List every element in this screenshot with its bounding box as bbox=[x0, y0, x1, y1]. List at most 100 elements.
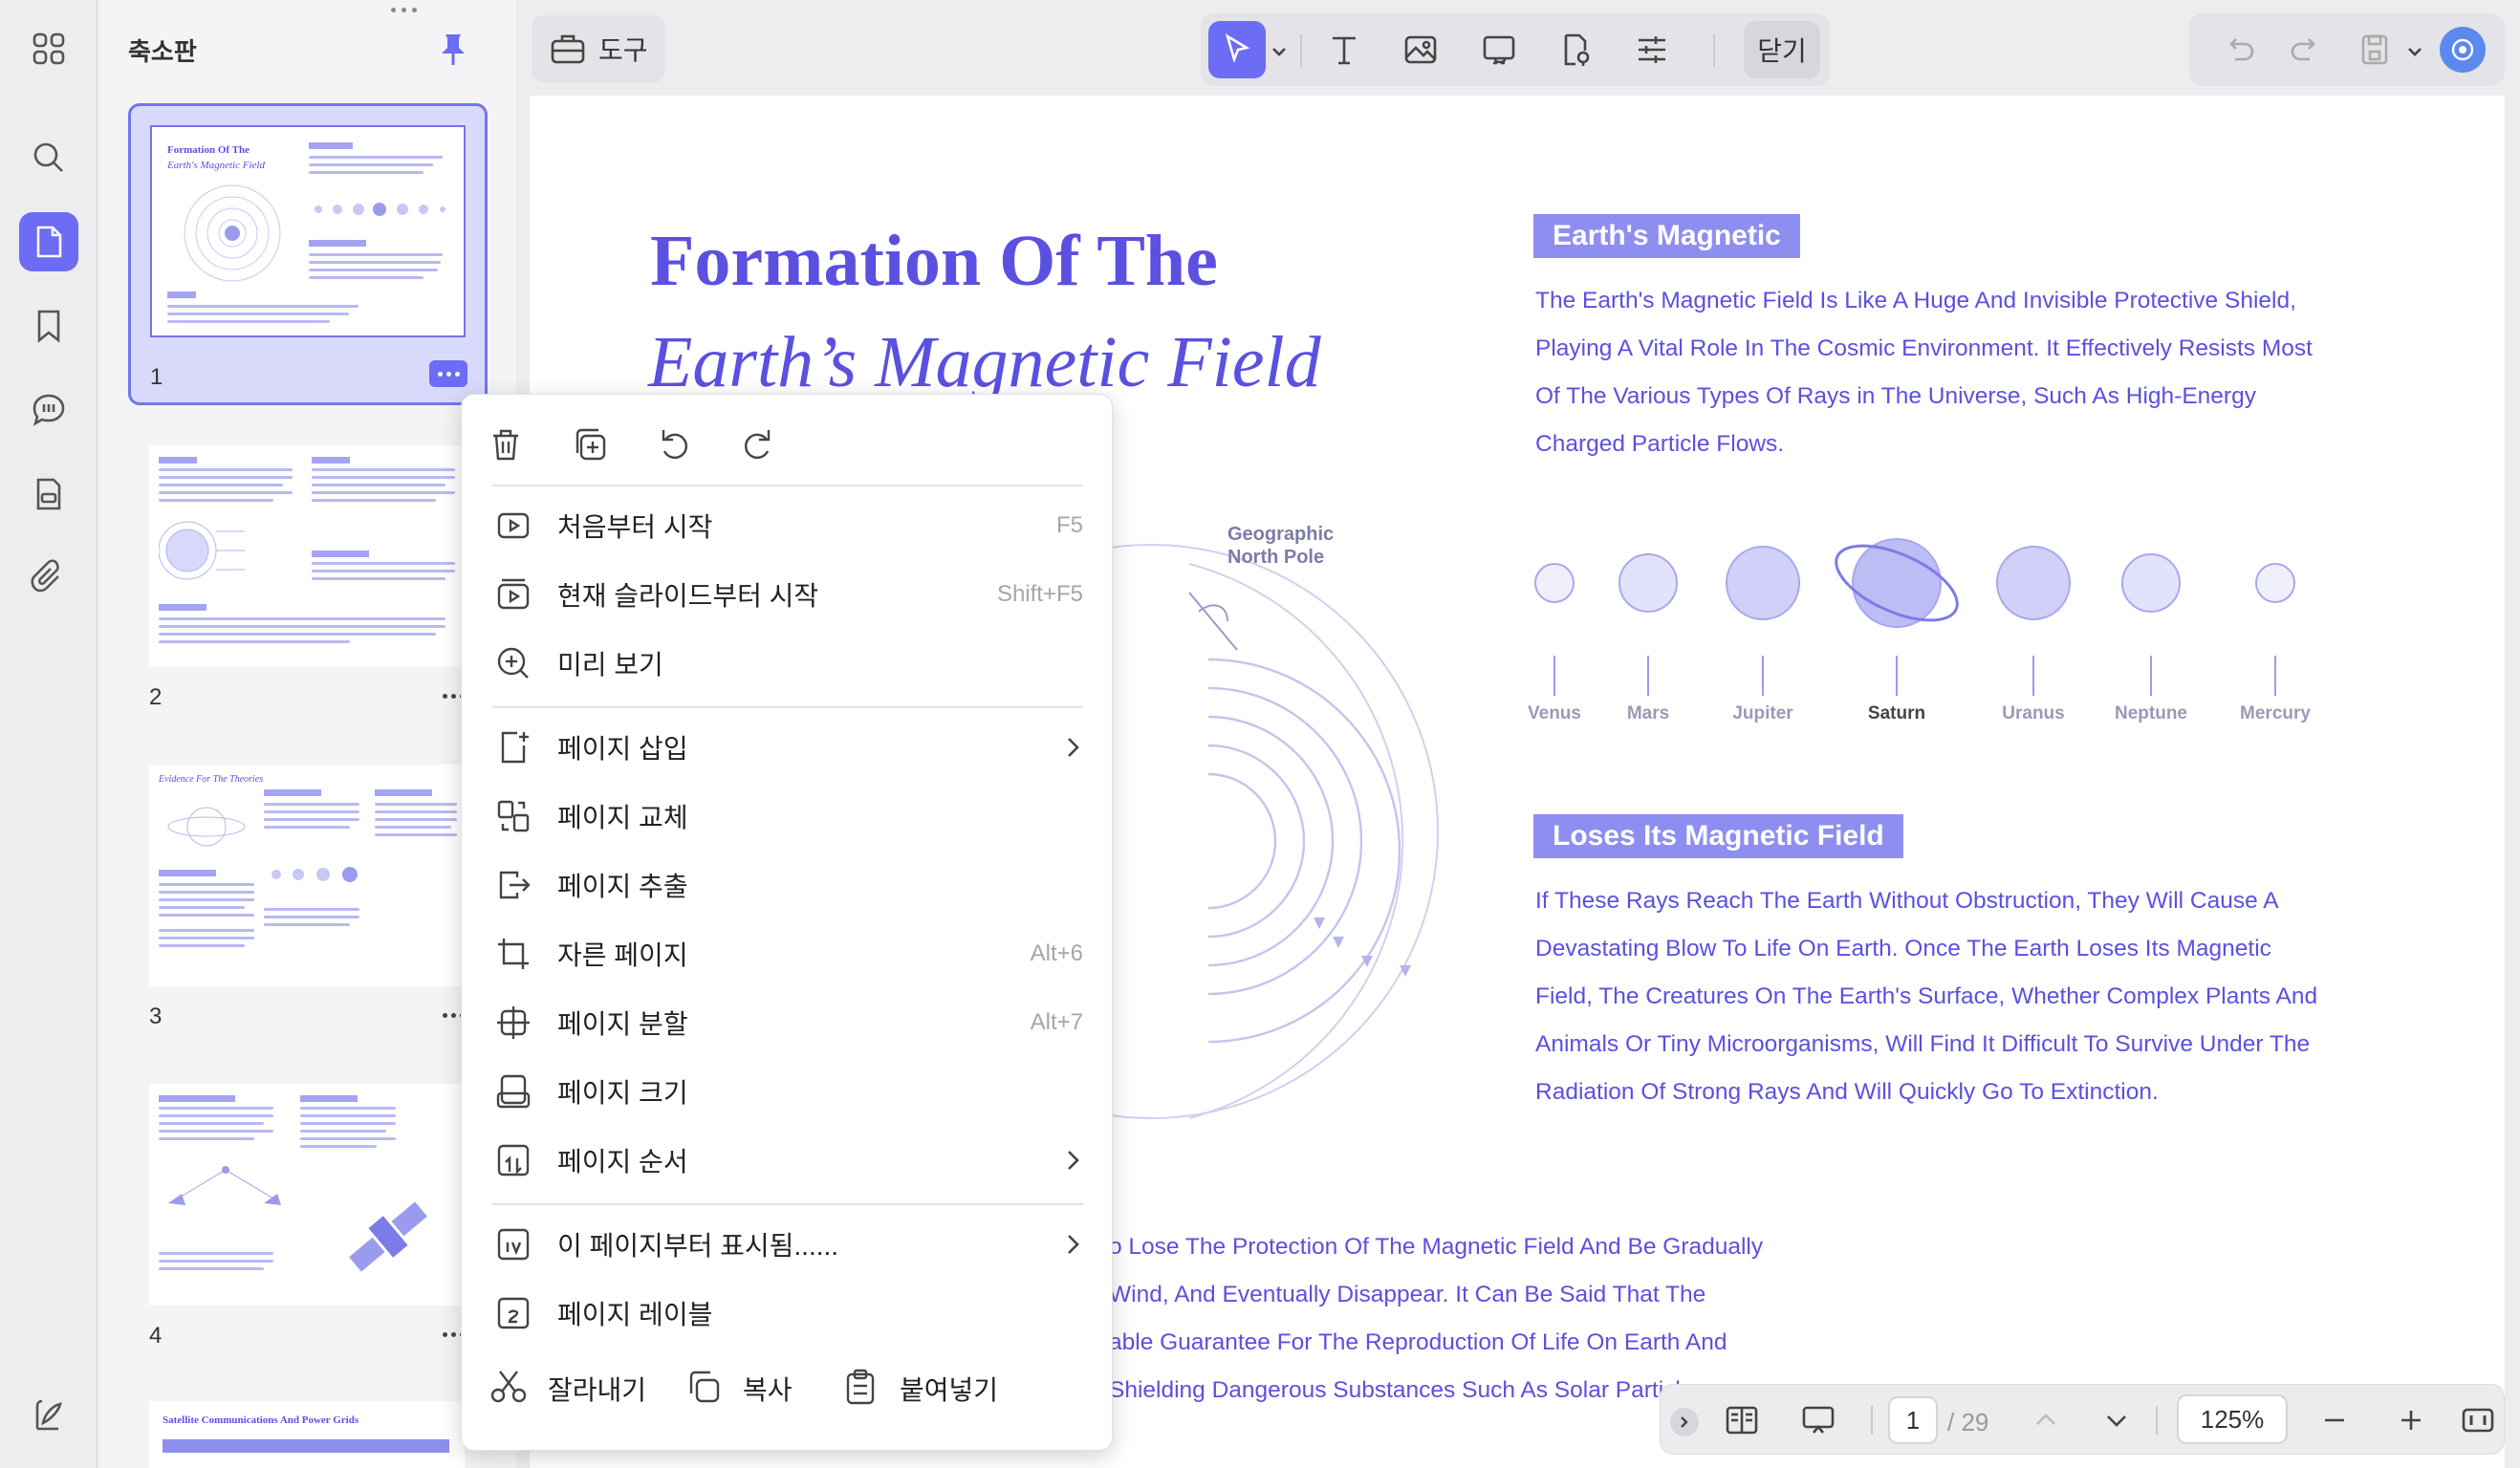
planets-diagram bbox=[1534, 538, 2295, 628]
delete-page-button[interactable] bbox=[479, 418, 532, 471]
menu-item-start-from-current[interactable]: 현재 슬라이드부터 시작 Shift+F5 bbox=[485, 563, 1091, 626]
presentation-button[interactable] bbox=[1794, 1396, 1842, 1444]
save-button[interactable] bbox=[2346, 21, 2403, 78]
menu-item-display-from-page[interactable]: 이 페이지부터 표시됨...... bbox=[485, 1213, 1091, 1276]
resize-handle[interactable] bbox=[384, 8, 423, 21]
document-scan-icon[interactable] bbox=[19, 464, 78, 524]
copy-icon bbox=[689, 1371, 720, 1402]
thumbnail-page-2[interactable]: 2 bbox=[128, 424, 488, 730]
thumbnails-icon[interactable] bbox=[19, 212, 78, 271]
menu-item-crop-page[interactable]: 자른 페이지 Alt+6 bbox=[485, 922, 1091, 985]
search-icon[interactable] bbox=[19, 128, 78, 187]
thumbnail-number: 4 bbox=[149, 1323, 163, 1349]
comments-icon[interactable] bbox=[19, 380, 78, 440]
paragraph-line: Playing A Vital Role In The Cosmic Envir… bbox=[1535, 335, 2313, 361]
minus-icon bbox=[2325, 1418, 2344, 1422]
thumbnail-number: 1 bbox=[150, 364, 163, 390]
thumbnail-more-button[interactable] bbox=[429, 360, 467, 387]
tools-button[interactable]: 도구 bbox=[532, 15, 665, 82]
history-toolbar bbox=[2189, 13, 2505, 86]
chevron-down-icon[interactable] bbox=[1270, 42, 1289, 61]
redo-icon bbox=[2291, 38, 2315, 61]
planet-label: Uranus bbox=[2002, 703, 2065, 723]
zoom-in-button[interactable] bbox=[2387, 1396, 2435, 1444]
thumbnail-page-5[interactable]: Satellite Communications And Power Grids bbox=[128, 1382, 488, 1468]
duplicate-icon bbox=[576, 428, 606, 461]
paste-icon bbox=[846, 1369, 875, 1404]
rotate-right-button[interactable] bbox=[731, 418, 785, 471]
left-rail bbox=[0, 0, 98, 1468]
menu-item-page-label[interactable]: 페이지 레이블 bbox=[485, 1282, 1091, 1345]
thumbnail-page-3[interactable]: Evidence For The Theories 3 bbox=[128, 744, 488, 1049]
paragraph-line: o Lose The Protection Of The Magnetic Fi… bbox=[1109, 1234, 1764, 1260]
select-tool-button[interactable] bbox=[1208, 21, 1266, 78]
pin-icon[interactable] bbox=[436, 31, 470, 69]
extract-page-icon bbox=[499, 871, 531, 899]
settings-tool-button[interactable] bbox=[1623, 21, 1681, 78]
copy-button[interactable]: 복사 bbox=[684, 1358, 793, 1419]
thumbnail-page-1[interactable]: Formation Of The Earth's Magnetic Field … bbox=[128, 103, 488, 405]
redo-button[interactable] bbox=[2277, 21, 2335, 78]
paragraph-line: The Earth's Magnetic Field Is Like A Hug… bbox=[1535, 288, 2296, 313]
split-page-icon bbox=[497, 1006, 530, 1039]
paragraph-line: Animals Or Tiny Microorganisms, Will Fin… bbox=[1535, 1031, 2311, 1057]
planet-label: Mercury bbox=[2240, 703, 2311, 723]
actual-size-button[interactable] bbox=[2454, 1396, 2502, 1444]
rotate-left-button[interactable] bbox=[647, 418, 701, 471]
cut-button[interactable]: 잘라내기 bbox=[489, 1358, 646, 1419]
paragraph-line: Devastating Blow To Life On Earth. Once … bbox=[1535, 936, 2271, 961]
north-pole-label-line-2: North Pole bbox=[1227, 547, 1325, 568]
theme-icon[interactable] bbox=[19, 1386, 78, 1445]
menu-item-extract-page[interactable]: 페이지 추출 bbox=[485, 853, 1091, 917]
text-tool-button[interactable] bbox=[1315, 21, 1373, 78]
chevron-right-icon bbox=[1068, 738, 1079, 757]
page-number-icon bbox=[497, 1228, 530, 1261]
menu-item-split-page[interactable]: 페이지 분할 Alt+7 bbox=[485, 991, 1091, 1054]
paste-button[interactable]: 붙여넣기 bbox=[840, 1358, 998, 1419]
stamp-icon bbox=[1564, 33, 1590, 66]
planet-jupiter bbox=[1726, 546, 1800, 620]
close-button[interactable]: 닫기 bbox=[1744, 21, 1820, 78]
paragraph-line: If These Rays Reach The Earth Without Ob… bbox=[1535, 888, 2279, 914]
collapse-bar-button[interactable] bbox=[1670, 1408, 1699, 1436]
edit-toolbar: 닫기 bbox=[1201, 13, 1830, 86]
menu-item-preview[interactable]: 미리 보기 bbox=[485, 632, 1091, 695]
planet-neptune bbox=[2121, 553, 2181, 613]
replace-page-icon bbox=[497, 800, 530, 832]
previous-page-button[interactable] bbox=[2022, 1396, 2070, 1444]
trash-icon bbox=[493, 429, 518, 461]
chevron-down-icon[interactable] bbox=[2405, 42, 2424, 61]
link-tool-button[interactable] bbox=[1470, 21, 1528, 78]
next-page-button[interactable] bbox=[2093, 1396, 2140, 1444]
image-tool-button[interactable] bbox=[1392, 21, 1449, 78]
page-context-menu: 처음부터 시작 F5 현재 슬라이드부터 시작 Shift+F5 미리 보기 페… bbox=[461, 394, 1113, 1451]
rotate-right-icon bbox=[744, 430, 771, 460]
attachment-icon[interactable] bbox=[19, 549, 78, 608]
menu-item-page-order[interactable]: 페이지 순서 bbox=[485, 1129, 1091, 1192]
undo-button[interactable] bbox=[2210, 21, 2268, 78]
menu-item-page-size[interactable]: 페이지 크기 bbox=[485, 1060, 1091, 1123]
page-navigation-bar: 1 / 29 125% bbox=[1660, 1384, 2505, 1455]
stamp-tool-button[interactable] bbox=[1547, 21, 1604, 78]
save-icon bbox=[2361, 34, 2388, 65]
paragraph-line: Charged Particle Flows. bbox=[1535, 431, 1785, 457]
ai-assistant-icon bbox=[2451, 38, 2474, 61]
ai-assistant-button[interactable] bbox=[2440, 27, 2486, 73]
text-icon bbox=[1333, 36, 1356, 65]
apps-grid-icon[interactable] bbox=[19, 19, 78, 78]
thumbnail-number: 2 bbox=[149, 684, 163, 710]
chevron-up-icon bbox=[2036, 1414, 2055, 1425]
menu-item-insert-page[interactable]: 페이지 삽입 bbox=[485, 716, 1091, 779]
insert-page-icon bbox=[501, 731, 529, 764]
planet-venus bbox=[1534, 563, 1575, 603]
planet-label: Saturn bbox=[1867, 703, 1926, 723]
page-layout-button[interactable] bbox=[1718, 1396, 1766, 1444]
thumbnail-page-4[interactable]: 4 bbox=[128, 1063, 488, 1369]
menu-item-replace-page[interactable]: 페이지 교체 bbox=[485, 785, 1091, 848]
duplicate-page-button[interactable] bbox=[563, 418, 617, 471]
page-number-input[interactable]: 1 bbox=[1888, 1396, 1938, 1444]
bookmark-icon[interactable] bbox=[19, 296, 78, 356]
zoom-level[interactable]: 125% bbox=[2177, 1394, 2288, 1444]
menu-item-start-from-beginning[interactable]: 처음부터 시작 F5 bbox=[485, 494, 1091, 557]
zoom-out-button[interactable] bbox=[2311, 1396, 2358, 1444]
